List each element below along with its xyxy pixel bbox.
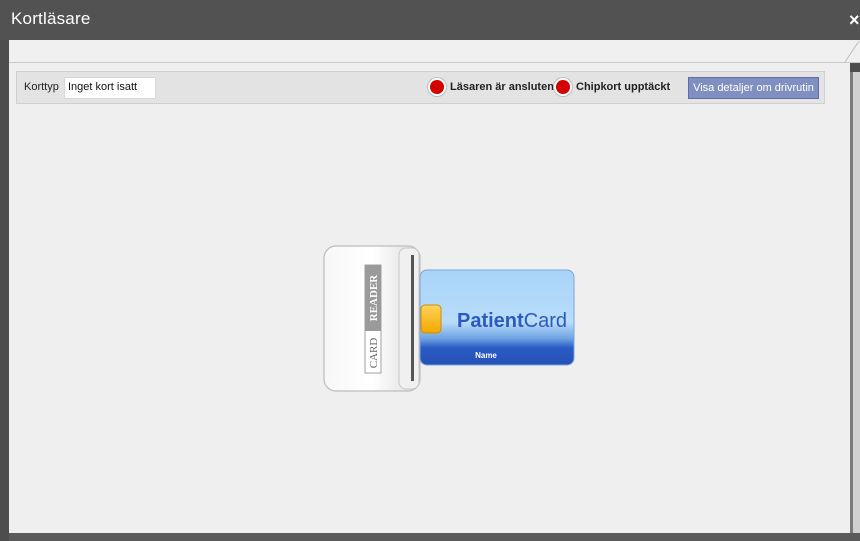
- svg-text:PatientCard: PatientCard: [457, 310, 567, 332]
- card-type-field: Inget kort isatt: [64, 77, 156, 99]
- scrollbar-track[interactable]: [853, 72, 860, 533]
- card-brand-bold: Patient: [457, 310, 524, 332]
- close-icon[interactable]: ×: [849, 11, 860, 29]
- window-title: Kortläsare: [11, 9, 91, 28]
- tab-strip: [9, 40, 860, 63]
- status-toolbar: Korttyp Inget kort isatt Läsaren är ansl…: [16, 71, 825, 104]
- patient-card: PatientCard Name: [419, 269, 575, 366]
- reader-label: READER: [368, 274, 380, 322]
- main-panel: Korttyp Inget kort isatt Läsaren är ansl…: [9, 63, 850, 533]
- red-status-dot-icon: [430, 80, 444, 94]
- vertical-scrollbar[interactable]: [850, 72, 860, 533]
- title-bar: Kortläsare ×: [0, 0, 860, 40]
- card-label: CARD: [368, 338, 380, 369]
- card-reader-illustration: READER CARD PatientCard Name: [323, 245, 575, 392]
- reader-status-label: Läsaren är ansluten: [450, 81, 554, 93]
- card-name-label: Name: [475, 351, 497, 360]
- card-brand-light: Card: [524, 310, 567, 332]
- red-status-dot-icon: [556, 80, 570, 94]
- card-reader-device: READER CARD: [323, 245, 421, 392]
- card-type-label: Korttyp: [24, 81, 59, 93]
- chip-status-label: Chipkort upptäckt: [576, 81, 671, 93]
- tab-corner-shape: [844, 40, 860, 63]
- card-reader-window: Kortläsare × Korttyp Inget kort isatt Lä…: [0, 0, 860, 541]
- bottom-edge: [9, 533, 860, 541]
- driver-details-button[interactable]: Visa detaljer om drivrutin: [688, 77, 819, 99]
